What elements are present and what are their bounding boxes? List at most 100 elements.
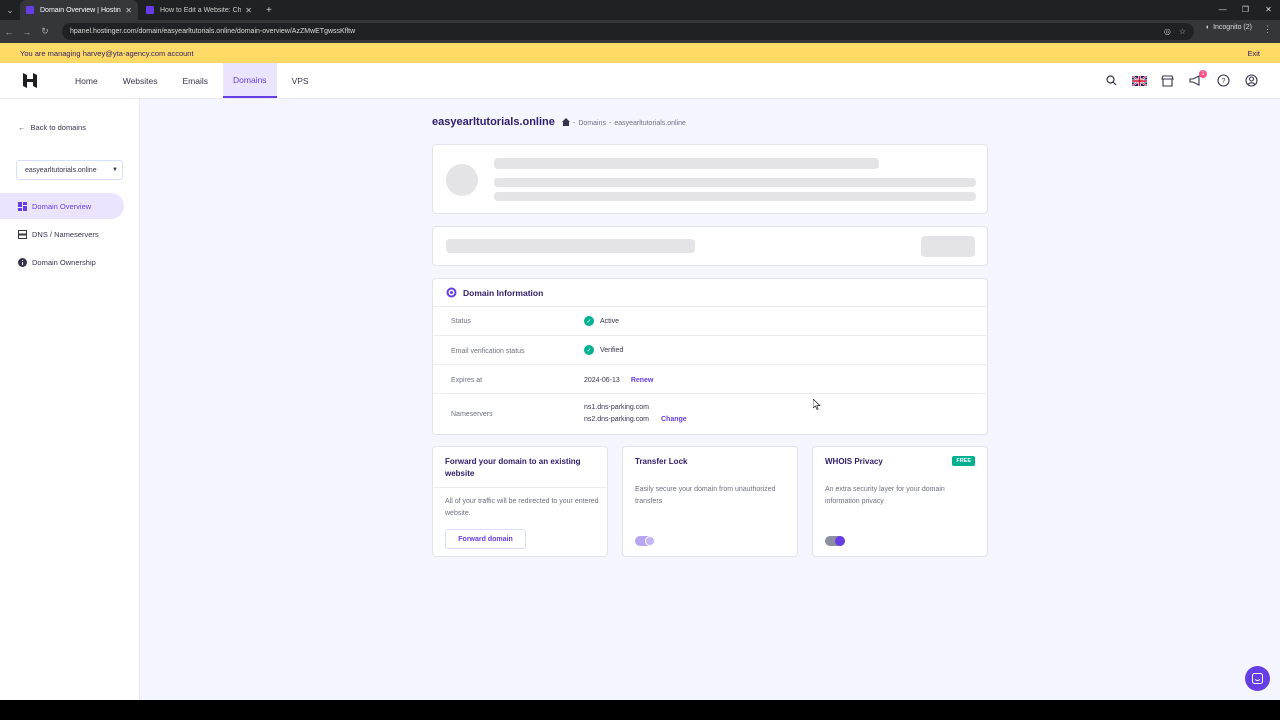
breadcrumb: - Domains - easyearltutorials.online	[562, 118, 686, 128]
reload-icon[interactable]: ↻	[36, 26, 54, 37]
transfer-lock-description: Easily secure your domain from unauthori…	[635, 486, 776, 505]
renew-link[interactable]: Renew	[631, 377, 654, 384]
account-icon[interactable]	[1242, 72, 1260, 90]
back-arrow-icon[interactable]: ←	[0, 27, 18, 37]
nameserver-1: ns1.dns-parking.com	[584, 404, 649, 411]
domain-information-header: Domain Information	[433, 279, 987, 307]
sidebar-item-domain-overview[interactable]: Domain Overview	[0, 193, 124, 219]
domain-selector[interactable]: easyearltutorials.online ▼	[16, 160, 123, 180]
nav-websites[interactable]: Websites	[113, 63, 168, 98]
skeleton-line	[446, 239, 695, 253]
home-icon[interactable]	[562, 118, 570, 128]
table-row: Nameservers ns1.dns-parking.com ns2.dns-…	[433, 394, 989, 436]
sidebar-item-label: Domain Ownership	[32, 257, 96, 267]
transfer-lock-title: Transfer Lock	[635, 457, 688, 466]
browser-tab-active[interactable]: Domain Overview | Hostinger ✕	[20, 0, 138, 20]
tab-search-icon[interactable]: ⌄	[0, 0, 20, 20]
email-verification-value: ✓ Verified	[584, 345, 623, 355]
change-nameservers-link[interactable]: Change	[661, 416, 687, 423]
top-navigation: Home Websites Emails Domains VPS 1 ?	[0, 63, 1280, 99]
url-text: hpanel.hostinger.com/domain/easyearltuto…	[70, 28, 356, 35]
expires-date: 2024-06-13	[584, 377, 620, 384]
toggle-knob	[645, 536, 655, 546]
incognito-icon: ◐	[1205, 24, 1211, 31]
incognito-indicator[interactable]: ◐ Incognito (2)	[1206, 24, 1252, 31]
help-icon[interactable]: ?	[1214, 72, 1232, 90]
status-label: Status	[451, 318, 471, 325]
browser-tab[interactable]: How to Edit a Website: Change ✕	[140, 0, 258, 20]
close-icon[interactable]: ✕	[125, 6, 132, 15]
forward-domain-card: Forward your domain to an existing websi…	[432, 446, 608, 557]
nameserver-2: ns2.dns-parking.com	[584, 416, 649, 423]
breadcrumb-current: easyearltutorials.online	[614, 119, 686, 127]
forward-arrow-icon[interactable]: →	[18, 27, 36, 37]
notification-badge: 1	[1199, 69, 1207, 78]
nav-emails[interactable]: Emails	[173, 63, 219, 98]
banner-text: You are managing harvey@yta-agency.com a…	[20, 48, 194, 58]
transfer-lock-toggle[interactable]	[635, 536, 655, 546]
eye-off-icon[interactable]: ◎	[1164, 27, 1171, 36]
minimize-icon[interactable]: —	[1211, 0, 1234, 20]
sidebar-item-label: DNS / Nameservers	[32, 229, 99, 239]
browser-menu-icon[interactable]: ⋮	[1263, 24, 1272, 35]
url-bar[interactable]: hpanel.hostinger.com/domain/easyearltuto…	[62, 23, 1194, 40]
tab-title: How to Edit a Website: Change	[160, 6, 242, 14]
email-verification-label: Email verification status	[451, 348, 525, 355]
search-icon[interactable]	[1102, 72, 1120, 90]
back-to-domains-link[interactable]: ← Back to domains	[18, 123, 86, 132]
loading-card	[432, 144, 988, 214]
domain-information-card: Domain Information Status ✓ Active Email…	[432, 278, 989, 436]
nav-vps[interactable]: VPS	[282, 63, 319, 98]
toggle-knob	[835, 536, 845, 546]
chat-icon	[1252, 673, 1263, 684]
incognito-label: Incognito (2)	[1213, 24, 1252, 31]
close-icon[interactable]: ✕	[245, 6, 252, 15]
whois-privacy-toggle[interactable]	[825, 536, 845, 546]
store-icon[interactable]	[1158, 72, 1176, 90]
tab-title: Domain Overview | Hostinger	[40, 6, 121, 14]
hostinger-logo-icon[interactable]	[0, 63, 60, 98]
breadcrumb-domains[interactable]: Domains	[578, 120, 606, 127]
forward-domain-button[interactable]: Forward domain	[445, 529, 526, 549]
whois-privacy-description: An extra security layer for your domain …	[825, 486, 945, 505]
status-text: Active	[600, 317, 620, 325]
new-tab-icon[interactable]: +	[260, 5, 278, 16]
arrow-left-icon: ←	[18, 123, 26, 132]
page-title: easyearltutorials.online	[432, 116, 555, 128]
nav-home[interactable]: Home	[65, 63, 108, 98]
globe-icon	[446, 287, 457, 298]
skeleton-line	[494, 178, 976, 187]
skeleton-button	[921, 236, 975, 257]
megaphone-icon[interactable]: 1	[1186, 69, 1207, 90]
hostinger-favicon-icon	[26, 6, 34, 14]
star-icon[interactable]: ☆	[1179, 27, 1186, 36]
managing-account-banner: You are managing harvey@yta-agency.com a…	[0, 43, 1280, 63]
email-verification-text: Verified	[600, 346, 624, 354]
exit-link[interactable]: Exit	[1247, 49, 1260, 58]
skeleton-line	[494, 192, 976, 201]
nav-domains[interactable]: Domains	[223, 63, 277, 98]
table-row: Email verification status ✓ Verified	[433, 336, 989, 365]
expires-label: Expires at	[451, 377, 483, 384]
browser-tab-bar: ⌄ Domain Overview | Hostinger ✕ How to E…	[0, 0, 1280, 20]
forward-domain-title: Forward your domain to an existing websi…	[445, 457, 581, 478]
table-row: Status ✓ Active	[433, 307, 989, 336]
mouse-cursor-icon	[813, 399, 821, 410]
table-row: Expires at 2024-06-13 Renew	[433, 365, 989, 394]
check-circle-icon: ✓	[584, 345, 594, 355]
hostinger-favicon-icon	[146, 6, 154, 14]
sidebar-item-dns-nameservers[interactable]: DNS / Nameservers	[0, 221, 124, 247]
uk-flag-icon[interactable]	[1130, 72, 1148, 90]
screen-bottom-bar	[0, 700, 1280, 720]
window-close-icon[interactable]: ✕	[1257, 0, 1280, 20]
info-icon	[18, 257, 27, 267]
browser-toolbar: ← → ↻ hpanel.hostinger.com/domain/easyea…	[0, 20, 1280, 43]
restore-icon[interactable]: ❐	[1234, 0, 1257, 20]
sidebar-item-label: Domain Overview	[32, 201, 92, 211]
chat-launcher-button[interactable]	[1245, 666, 1270, 691]
expires-value: 2024-06-13 Renew	[584, 377, 653, 384]
back-label: Back to domains	[30, 123, 86, 132]
sidebar-item-domain-ownership[interactable]: Domain Ownership	[0, 249, 124, 275]
free-badge: FREE	[952, 456, 975, 466]
transfer-lock-card: Transfer Lock Easily secure your domain …	[622, 446, 798, 557]
